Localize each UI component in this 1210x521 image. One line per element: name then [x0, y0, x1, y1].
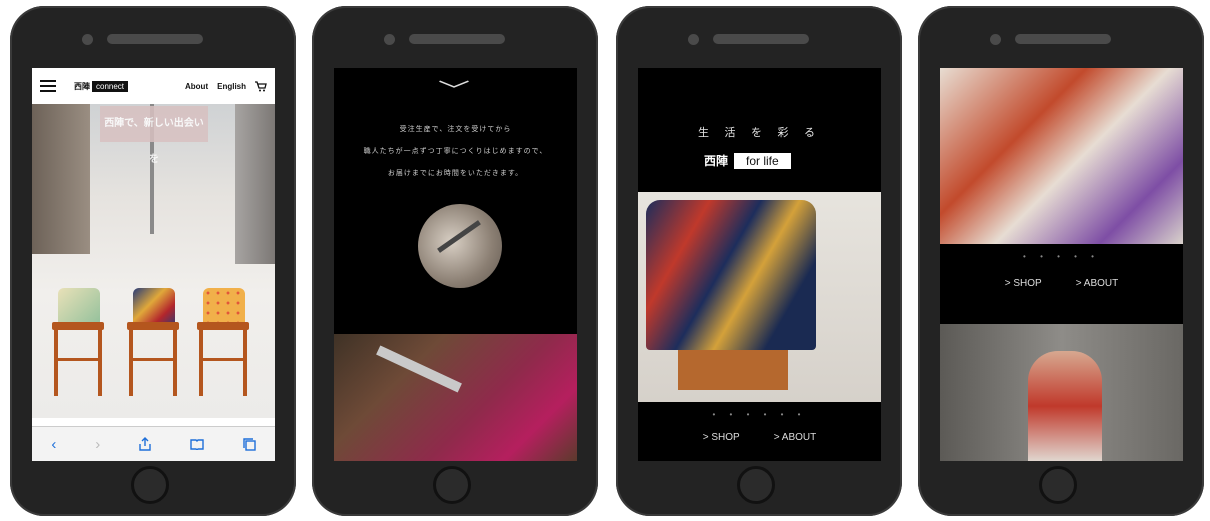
site-logo[interactable]: 西陣 connect: [74, 80, 129, 92]
phone-3-screen: 生 活 を 彩 る 西陣 for life • • • • • • > SHOP…: [638, 68, 881, 461]
about-link[interactable]: > ABOUT: [1076, 278, 1119, 289]
phone-3: 生 活 を 彩 る 西陣 for life • • • • • • > SHOP…: [616, 6, 902, 516]
hero-street-image: 西陣で、新しい出会いを: [32, 104, 275, 418]
phone-2-screen: ﹀ 受注生産で、注文を受けてから 職人たちが一点ずつ丁寧につくりはじめますので、…: [334, 68, 577, 461]
camera-dot: [82, 34, 93, 45]
phone-4-screen: • • • • • > SHOP > ABOUT: [940, 68, 1183, 461]
for-life-logo: 西陣 for life: [704, 152, 791, 169]
tabs-icon[interactable]: [242, 437, 256, 451]
chair-3: [197, 288, 249, 398]
bottom-nav: > SHOP > ABOUT: [638, 432, 881, 443]
garment-closeup-image: [940, 68, 1183, 244]
craft-circle-image: [418, 204, 502, 288]
craft-photo: [334, 334, 577, 461]
home-button[interactable]: [1039, 466, 1077, 504]
hamburger-menu-icon[interactable]: [40, 77, 56, 95]
speaker-grille: [107, 34, 203, 44]
scroll-down-chevron-icon[interactable]: ﹀: [438, 74, 470, 103]
brand-tag: connect: [92, 80, 129, 92]
brand-name: 西陣: [74, 81, 90, 91]
hero-caption: 西陣で、新しい出会いを: [100, 106, 208, 165]
forward-arrow-icon[interactable]: ›: [95, 436, 100, 453]
share-icon[interactable]: [139, 437, 151, 451]
notice-line: 受注生産で、注文を受けてから: [399, 125, 512, 133]
tagline: 生 活 を 彩 る: [698, 126, 821, 139]
product-hero-image: [638, 192, 881, 402]
notice-line: お届けまでにお時間をいただきます。: [387, 169, 524, 177]
about-link[interactable]: > ABOUT: [774, 432, 817, 443]
logo-name: 西陣: [704, 154, 729, 168]
nav-about-link[interactable]: About: [185, 82, 208, 91]
site-header: 西陣 connect About English: [32, 68, 275, 104]
logo-tag: for life: [734, 152, 791, 169]
phone-4: • • • • • > SHOP > ABOUT: [918, 6, 1204, 516]
phone-2: ﹀ 受注生産で、注文を受けてから 職人たちが一点ずつ丁寧につくりはじめますので、…: [312, 6, 598, 516]
phone-1-screen: 西陣 connect About English 西陣で、新しい出会いを ‹ ›: [32, 68, 275, 461]
nav-language-link[interactable]: English: [217, 82, 246, 91]
back-arrow-icon[interactable]: ‹: [51, 436, 56, 453]
shop-link[interactable]: > SHOP: [703, 432, 740, 443]
carousel-dots[interactable]: • • • • • •: [638, 410, 881, 419]
cart-icon[interactable]: [255, 80, 267, 92]
phone-1: 西陣 connect About English 西陣で、新しい出会いを ‹ ›: [10, 6, 296, 516]
chair-1: [52, 288, 104, 398]
browser-toolbar: ‹ ›: [32, 426, 275, 461]
home-button[interactable]: [131, 466, 169, 504]
chair-2: [127, 288, 179, 398]
model-street-photo: [940, 324, 1183, 461]
production-notice: 受注生産で、注文を受けてから 職人たちが一点ずつ丁寧につくりはじめますので、 お…: [334, 118, 577, 184]
shop-link[interactable]: > SHOP: [1005, 278, 1042, 289]
bottom-nav: > SHOP > ABOUT: [940, 278, 1183, 289]
home-button[interactable]: [433, 466, 471, 504]
home-button[interactable]: [737, 466, 775, 504]
carousel-dots[interactable]: • • • • •: [940, 252, 1183, 261]
bookmarks-icon[interactable]: [190, 438, 204, 450]
notice-line: 職人たちが一点ずつ丁寧につくりはじめますので、: [363, 147, 548, 155]
